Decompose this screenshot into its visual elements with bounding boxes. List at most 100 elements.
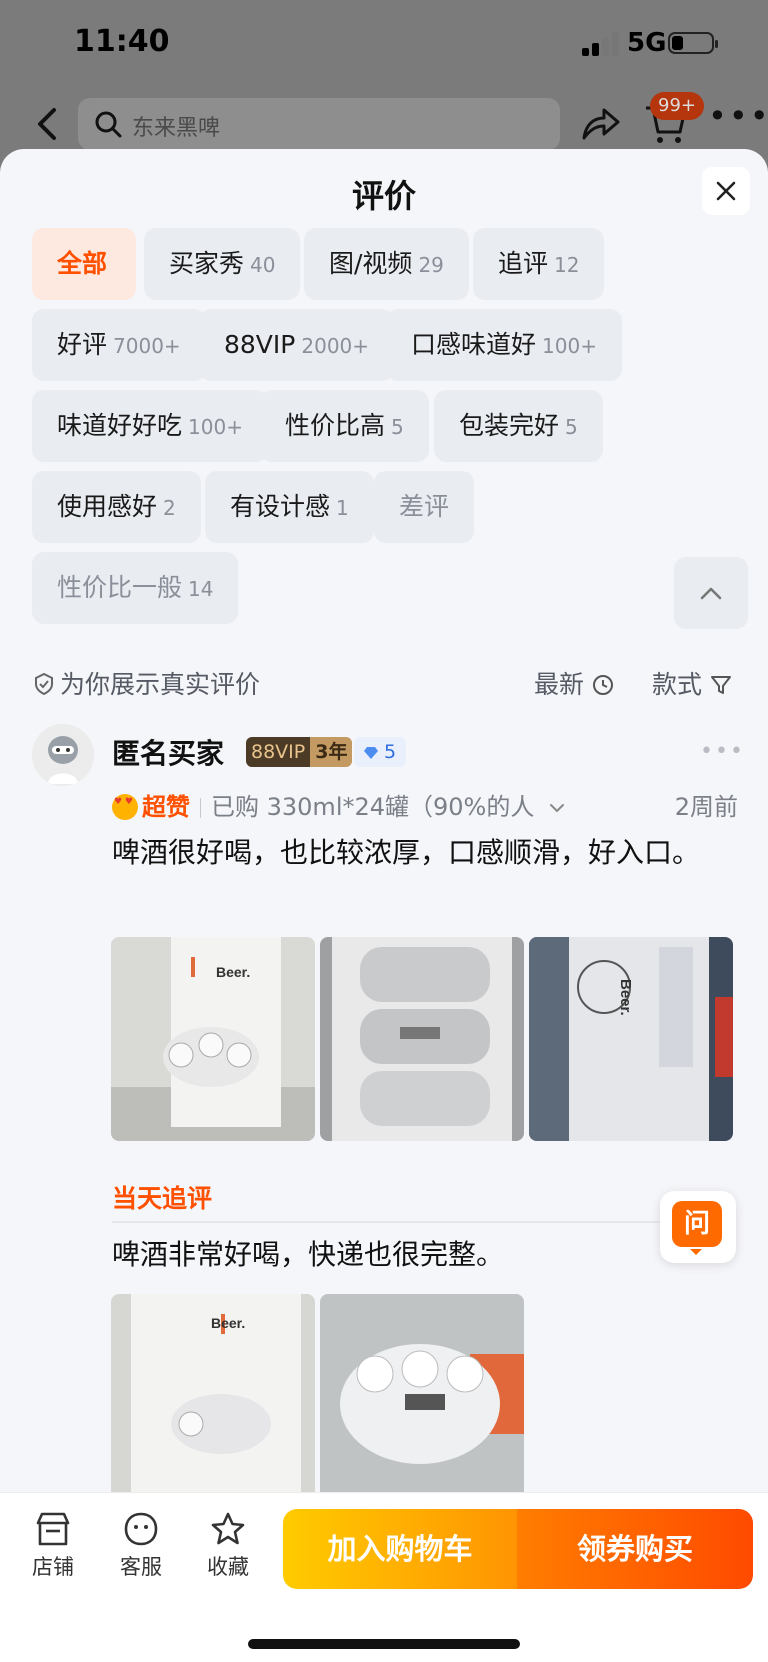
svg-text:Beer.: Beer. [211, 1315, 245, 1331]
svg-text:Beer.: Beer. [617, 979, 634, 1016]
favorite-label: 收藏 [207, 1555, 249, 1579]
sort-newest-label: 最新 [534, 670, 585, 699]
collapse-chips-button[interactable] [674, 557, 748, 629]
sort-newest-button[interactable]: 最新 [534, 665, 614, 701]
rating-label: 超赞 [142, 793, 190, 821]
vip-badge-left: 88VIP [246, 737, 311, 767]
chip-count: 40 [250, 253, 276, 277]
filter-icon [710, 676, 731, 694]
review-photo[interactable] [320, 937, 524, 1141]
shield-check-icon [35, 672, 53, 696]
bottom-action-bar: 店铺 客服 收藏 加入购物车 领券购买 [0, 1492, 768, 1662]
battery-icon [668, 32, 718, 54]
chip-label: 全部 [57, 249, 108, 278]
status-bar: 11:40 5G [0, 0, 768, 88]
divider [200, 798, 201, 818]
close-icon [716, 181, 736, 201]
followup-photo[interactable]: Beer. [111, 1294, 315, 1498]
chip-count: 29 [418, 253, 444, 277]
chip-label: 追评 [498, 249, 549, 278]
beer-box-photo: Beer. [111, 1294, 315, 1498]
chip-label: 好评 [57, 330, 108, 359]
vip-badge: 88VIP 3年 [246, 737, 353, 767]
network-type: 5G [627, 28, 667, 58]
verified-text: 为你展示真实评价 [60, 670, 261, 699]
filter-style-label: 款式 [652, 670, 703, 699]
shop-label: 店铺 [32, 1555, 74, 1579]
chip-label: 性价比一般 [57, 573, 183, 602]
service-label: 客服 [120, 1555, 162, 1579]
diamond-icon [364, 747, 378, 759]
close-button[interactable] [702, 167, 750, 215]
chip-label: 88VIP [224, 330, 296, 359]
status-time: 11:40 [74, 24, 170, 59]
chip-label: 差评 [399, 492, 450, 521]
chip-design[interactable]: 有设计感 1 [205, 471, 374, 543]
review-more-icon[interactable]: ••• [700, 739, 743, 764]
chip-count: 7000+ [113, 334, 181, 358]
six-pack-photo [320, 1294, 524, 1498]
chip-count: 100+ [542, 334, 597, 358]
chip-count: 2 [163, 496, 176, 520]
filter-style-button[interactable]: 款式 [652, 665, 732, 701]
star-icon [211, 1512, 245, 1545]
chip-good-usage[interactable]: 使用感好 2 [32, 471, 201, 543]
packed-cans-photo [320, 937, 524, 1141]
chip-delicious[interactable]: 味道好好吃 100+ [32, 390, 268, 462]
beer-can-closeup-photo: Beer. [529, 937, 733, 1141]
svg-text:Beer.: Beer. [216, 964, 250, 980]
review-time: 2周前 [674, 793, 738, 821]
chip-buyer-show[interactable]: 买家秀 40 [144, 228, 301, 300]
review-photo[interactable]: Beer. [111, 937, 315, 1141]
chip-all[interactable]: 全部 [32, 228, 136, 300]
chip-count: 5 [565, 415, 578, 439]
followup-photo[interactable] [320, 1294, 524, 1498]
chip-count: 100+ [188, 415, 243, 439]
shop-tab[interactable]: 店铺 [18, 1511, 88, 1581]
reviewer-name: 匿名买家 [112, 737, 225, 770]
review-sheet: 评价 全部 买家秀 40 图/视频 29 追评 12 好评 7000+ 88VIP 200… [0, 149, 768, 1662]
chip-label: 有设计感 [230, 492, 331, 521]
chip-negative[interactable]: 差评 [374, 471, 475, 543]
chip-count: 12 [554, 253, 580, 277]
chip-photo-video[interactable]: 图/视频 29 [304, 228, 469, 300]
ask-label: 问 [672, 1201, 722, 1255]
beer-box-photo: Beer. [111, 937, 315, 1141]
chip-followup[interactable]: 追评 12 [473, 228, 605, 300]
avatar[interactable] [32, 724, 94, 786]
chip-positive[interactable]: 好评 7000+ [32, 309, 206, 381]
chip-count: 14 [188, 577, 214, 601]
customer-service-tab[interactable]: 客服 [106, 1511, 176, 1581]
review-filter-row: 为你展示真实评价 最新 款式 [32, 661, 738, 701]
anonymous-avatar-icon [32, 724, 94, 786]
chevron-down-icon[interactable] [548, 799, 566, 817]
share-icon[interactable] [578, 102, 622, 146]
clock-icon [592, 675, 613, 695]
favorite-tab[interactable]: 收藏 [193, 1511, 263, 1581]
chip-label: 使用感好 [57, 492, 158, 521]
more-icon[interactable]: ••• [708, 100, 768, 136]
review-photo[interactable]: Beer. [529, 937, 733, 1141]
chip-88vip[interactable]: 88VIP 2000+ [199, 309, 395, 381]
chip-label: 口感味道好 [411, 330, 537, 359]
cart-badge: 99+ [650, 92, 704, 120]
chip-value-average[interactable]: 性价比一般 14 [32, 552, 239, 624]
chip-good-taste[interactable]: 口感味道好 100+ [386, 309, 622, 381]
ask-question-button[interactable]: 问 [660, 1191, 736, 1263]
search-input[interactable]: 东来黑啤 [78, 98, 560, 150]
followup-title: 当天追评 [112, 1184, 213, 1213]
search-placeholder: 东来黑啤 [132, 116, 221, 141]
chip-count: 2000+ [301, 334, 370, 358]
purchased-variant: 已购 330ml*24罐（90%的人 [211, 793, 535, 821]
chip-label: 图/视频 [329, 249, 413, 278]
chip-intact-package[interactable]: 包装完好 5 [434, 390, 603, 462]
home-indicator[interactable] [248, 1639, 520, 1649]
chip-value-high[interactable]: 性价比高 5 [260, 390, 429, 462]
chip-label: 包装完好 [459, 411, 560, 440]
review-text: 啤酒很好喝，也比较浓厚，口感顺滑，好入口。 [112, 836, 701, 869]
buy-with-coupon-button[interactable]: 领券购买 [517, 1509, 753, 1589]
back-icon[interactable] [26, 102, 70, 146]
add-to-cart-button[interactable]: 加入购物车 [283, 1509, 517, 1589]
followup-text: 啤酒非常好喝，快递也很完整。 [112, 1238, 505, 1271]
verified-notice: 为你展示真实评价 [32, 665, 260, 701]
